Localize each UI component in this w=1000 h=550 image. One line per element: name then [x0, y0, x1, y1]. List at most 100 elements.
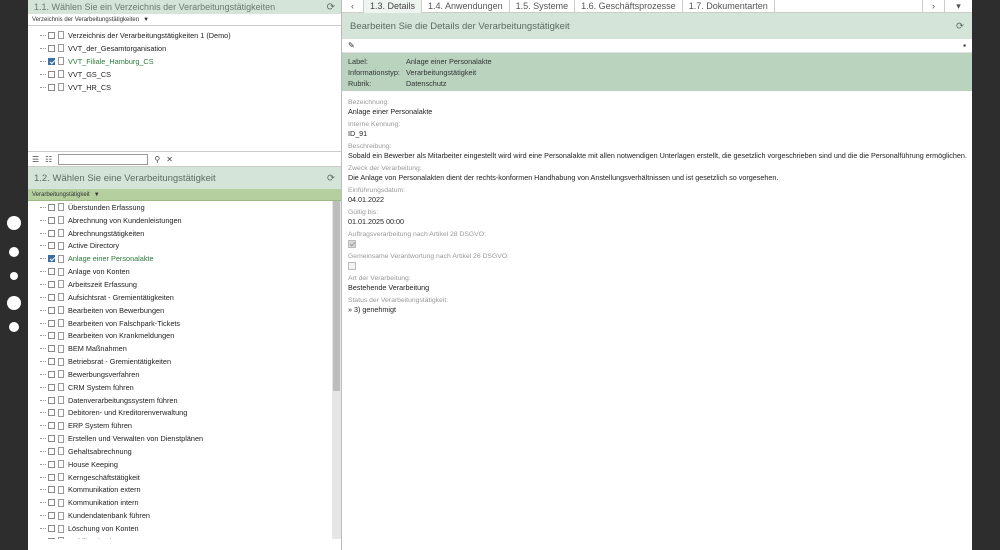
activity-item[interactable]: Anlage von Konten	[28, 265, 341, 278]
field-value[interactable]: Bestehende Verarbeitung	[348, 283, 966, 292]
activity-item[interactable]: Mobilität / Fahrzeuge	[28, 535, 341, 539]
tab-systems[interactable]: 1.5. Systeme	[510, 0, 576, 13]
activity-item[interactable]: Bearbeiten von Bewerbungen	[28, 304, 341, 317]
item-checkbox[interactable]	[48, 44, 55, 52]
field-value[interactable]: Anlage einer Personalakte	[348, 107, 966, 116]
activity-item[interactable]: CRM System führen	[28, 381, 341, 394]
item-checkbox[interactable]	[48, 280, 55, 288]
item-checkbox[interactable]	[48, 409, 55, 417]
directory-item[interactable]: VVT_der_Gesamtorganisation	[28, 42, 341, 55]
activity-item[interactable]: Kundendatenbank führen	[28, 509, 341, 522]
activity-item[interactable]: Abrechnung von Kundenleistungen	[28, 214, 341, 227]
expand-tree-icon[interactable]: ☰	[32, 155, 39, 164]
activity-filter-bar[interactable]: Verarbeitungstätigkeit ▼	[28, 189, 341, 201]
tab-business-processes[interactable]: 1.6. Geschäftsprozesse	[575, 0, 683, 13]
tab-details[interactable]: 1.3. Details	[364, 0, 423, 13]
item-checkbox[interactable]	[48, 486, 55, 494]
item-checkbox[interactable]	[48, 435, 55, 443]
search-icon[interactable]: ⚲	[154, 155, 160, 164]
item-checkbox[interactable]	[48, 460, 55, 468]
directory-filter-bar[interactable]: Verzeichnis der Verarbeitungstätigkeiten…	[28, 14, 341, 26]
item-checkbox[interactable]	[48, 358, 55, 366]
field-value[interactable]: Sobald ein Bewerber als Mitarbeiter eing…	[348, 151, 967, 160]
refresh-icon[interactable]: ⟳	[956, 21, 964, 32]
item-checkbox[interactable]	[48, 345, 55, 353]
activity-item[interactable]: Löschung von Konten	[28, 522, 341, 535]
item-checkbox[interactable]	[48, 57, 55, 65]
directory-item[interactable]: VVT_GS_CS	[28, 68, 341, 81]
activity-item[interactable]: Bearbeiten von Falschpark-Tickets	[28, 317, 341, 330]
item-checkbox[interactable]	[48, 255, 55, 263]
item-checkbox[interactable]	[48, 31, 55, 39]
directory-item[interactable]: VVT_Filiale_Hamburg_CS	[28, 55, 341, 68]
activity-item[interactable]: Gehaltsabrechnung	[28, 445, 341, 458]
activity-item[interactable]: ERP System führen	[28, 419, 341, 432]
item-checkbox[interactable]	[48, 383, 55, 391]
search-input[interactable]	[58, 153, 149, 165]
field-value[interactable]: » 3) genehmigt	[348, 305, 966, 314]
item-checkbox[interactable]	[48, 319, 55, 327]
field-value[interactable]: ID_91	[348, 129, 966, 138]
item-checkbox[interactable]	[48, 242, 55, 250]
activity-item[interactable]: Überstunden Erfassung	[28, 201, 341, 214]
clear-search-icon[interactable]: ✕	[166, 155, 173, 164]
processor-agreement-checkbox[interactable]	[348, 240, 356, 248]
activity-item[interactable]: Aufsichtsrat - Gremientätigkeiten	[28, 291, 341, 304]
activity-item[interactable]: Anlage einer Personalakte	[28, 252, 341, 265]
field-joint-responsibility: Gemeinsame Verantwortung nach Artikel 26…	[348, 253, 966, 270]
item-checkbox[interactable]	[48, 499, 55, 507]
item-checkbox[interactable]	[48, 422, 55, 430]
save-icon[interactable]: ▪	[963, 41, 966, 50]
item-checkbox[interactable]	[48, 70, 55, 78]
item-checkbox[interactable]	[48, 332, 55, 340]
activity-item[interactable]: Kommunikation intern	[28, 496, 341, 509]
edit-icon[interactable]: ✎	[348, 41, 355, 50]
item-checkbox[interactable]	[48, 537, 55, 539]
tab-prev-button[interactable]: ‹	[342, 0, 364, 13]
field-value[interactable]: Die Anlage von Personalakten dient der r…	[348, 173, 966, 182]
directory-item[interactable]: Verzeichnis der Verarbeitungstätigkeiten…	[28, 29, 341, 42]
item-checkbox[interactable]	[48, 512, 55, 520]
item-checkbox[interactable]	[48, 203, 55, 211]
item-checkbox[interactable]	[48, 447, 55, 455]
field-value[interactable]: 01.01.2025 00:00	[348, 217, 966, 226]
item-checkbox[interactable]	[48, 306, 55, 314]
tab-document-types[interactable]: 1.7. Dokumentarten	[683, 0, 775, 13]
field-value[interactable]: 04.01.2022	[348, 195, 966, 204]
item-checkbox[interactable]	[48, 525, 55, 533]
tab-menu-dropdown[interactable]: ▾	[944, 0, 972, 13]
activity-item[interactable]: Debitoren- und Kreditorenverwaltung	[28, 407, 341, 420]
activity-item[interactable]: Kerngeschäftstätigkeit	[28, 471, 341, 484]
directory-item[interactable]: VVT_HR_CS	[28, 81, 341, 94]
item-checkbox[interactable]	[48, 83, 55, 91]
activity-item[interactable]: Arbeitszeit Erfassung	[28, 278, 341, 291]
activity-item[interactable]: House Keeping	[28, 458, 341, 471]
item-checkbox[interactable]	[48, 473, 55, 481]
activity-item[interactable]: Datenverarbeitungssystem führen	[28, 394, 341, 407]
chevron-down-icon[interactable]: ▼	[94, 192, 100, 198]
activity-item[interactable]: Bewerbungsverfahren	[28, 368, 341, 381]
refresh-icon[interactable]: ⟳	[327, 173, 335, 184]
scrollbar-thumb[interactable]	[333, 201, 340, 391]
refresh-icon[interactable]: ⟳	[327, 2, 335, 13]
activity-item[interactable]: BEM Maßnahmen	[28, 342, 341, 355]
tab-next-button[interactable]: ›	[922, 0, 944, 13]
activity-item[interactable]: Erstellen und Verwalten von Dienstplänen	[28, 432, 341, 445]
joint-responsibility-checkbox[interactable]	[348, 262, 356, 270]
activity-item[interactable]: Kommunikation extern	[28, 484, 341, 497]
item-checkbox[interactable]	[48, 396, 55, 404]
tab-applications[interactable]: 1.4. Anwendungen	[422, 0, 510, 13]
activity-tree-scrollbar[interactable]	[332, 201, 341, 539]
document-icon	[58, 498, 64, 507]
item-checkbox[interactable]	[48, 293, 55, 301]
activity-item[interactable]: Abrechnungstätigkeiten	[28, 227, 341, 240]
collapse-tree-icon[interactable]: ☷	[45, 155, 52, 164]
item-checkbox[interactable]	[48, 268, 55, 276]
item-checkbox[interactable]	[48, 216, 55, 224]
chevron-down-icon[interactable]: ▼	[143, 17, 149, 23]
activity-item[interactable]: Bearbeiten von Krankmeldungen	[28, 329, 341, 342]
activity-item[interactable]: Betriebsrat - Gremientätigkeiten	[28, 355, 341, 368]
item-checkbox[interactable]	[48, 229, 55, 237]
activity-item[interactable]: Active Directory	[28, 240, 341, 253]
item-checkbox[interactable]	[48, 370, 55, 378]
